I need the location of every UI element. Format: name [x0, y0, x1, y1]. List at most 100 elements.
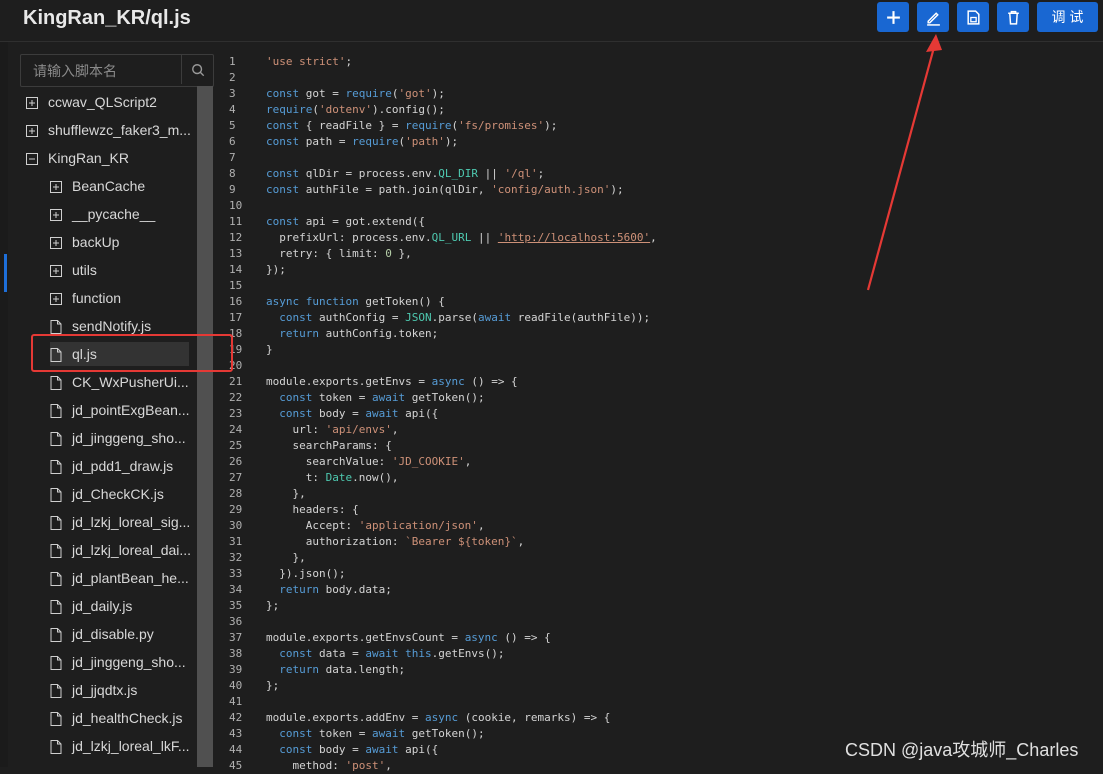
code-line[interactable]: prefixUrl: process.env.QL_URL || 'http:/…	[266, 230, 1086, 246]
tree-item[interactable]: jd_pointExgBean...	[50, 398, 190, 422]
tree-item[interactable]: KingRan_KR	[26, 146, 129, 170]
line-number: 2	[229, 71, 236, 84]
active-indicator	[4, 254, 7, 292]
line-number: 31	[229, 535, 243, 548]
tree-item[interactable]: backUp	[50, 230, 119, 254]
file-title: KingRan_KR/ql.js	[23, 7, 191, 29]
code-line[interactable]: const { readFile } = require('fs/promise…	[266, 118, 1086, 134]
tree-item-label: jd_jjqdtx.js	[72, 682, 138, 698]
code-line[interactable]: require('dotenv').config();	[266, 102, 1086, 118]
tree-item[interactable]: jd_jinggeng_sho...	[50, 650, 186, 674]
line-number: 39	[229, 663, 243, 676]
file-icon	[50, 432, 62, 446]
code-line[interactable]: },	[266, 550, 1086, 566]
code-line[interactable]: const got = require('got');	[266, 86, 1086, 102]
tree-item[interactable]: jd_healthCheck.js	[50, 706, 183, 730]
tree-item[interactable]: __pycache__	[50, 202, 155, 226]
tree-item[interactable]: jd_CheckCK.js	[50, 482, 164, 506]
expand-icon[interactable]	[50, 236, 62, 249]
code-content[interactable]: 'use strict'; const got = require('got');…	[266, 54, 1086, 774]
expand-icon[interactable]	[50, 292, 62, 305]
tree-item-label: jd_lzkj_loreal_sig...	[72, 514, 191, 530]
code-line[interactable]: const api = got.extend({	[266, 214, 1086, 230]
expand-icon[interactable]	[50, 264, 62, 277]
code-line[interactable]: authorization: `Bearer ${token}`,	[266, 534, 1086, 550]
sidebar-scrollbar[interactable]	[197, 86, 213, 767]
code-line[interactable]: };	[266, 678, 1086, 694]
code-line[interactable]: }).json();	[266, 566, 1086, 582]
tree-item[interactable]: jd_disable.py	[50, 622, 154, 646]
code-line[interactable]: retry: { limit: 0 },	[266, 246, 1086, 262]
code-line[interactable]	[266, 614, 1086, 630]
line-number: 14	[229, 263, 243, 276]
code-line[interactable]: });	[266, 262, 1086, 278]
line-number: 33	[229, 567, 243, 580]
expand-icon[interactable]	[50, 180, 62, 193]
tree-item[interactable]: jd_lzkj_loreal_dai...	[50, 538, 191, 562]
tree-item[interactable]: jd_jinggeng_sho...	[50, 426, 186, 450]
code-line[interactable]	[266, 358, 1086, 374]
code-line[interactable]: searchValue: 'JD_COOKIE',	[266, 454, 1086, 470]
tree-item[interactable]: jd_lzkj_loreal_lkF...	[50, 734, 190, 758]
code-line[interactable]: const authFile = path.join(qlDir, 'confi…	[266, 182, 1086, 198]
code-line[interactable]: module.exports.addEnv = async (cookie, r…	[266, 710, 1086, 726]
code-line[interactable]: headers: {	[266, 502, 1086, 518]
tree-item[interactable]: utils	[50, 258, 97, 282]
code-line[interactable]: module.exports.getEnvs = async () => {	[266, 374, 1086, 390]
tree-item[interactable]: jd_pdd1_draw.js	[50, 454, 173, 478]
tree-item[interactable]: CK_WxPusherUi...	[50, 370, 189, 394]
tree-item-label: jd_lzkj_loreal_lkF...	[72, 738, 190, 754]
line-number: 22	[229, 391, 243, 404]
debug-button[interactable]: 调 试	[1037, 2, 1098, 32]
file-icon	[50, 740, 62, 754]
tree-item[interactable]: jd_jjqdtx.js	[50, 678, 137, 702]
code-line[interactable]: const data = await this.getEnvs();	[266, 646, 1086, 662]
code-line[interactable]: const authConfig = JSON.parse(await read…	[266, 310, 1086, 326]
save-button[interactable]	[957, 2, 989, 32]
tree-item[interactable]: ccwav_QLScript2	[26, 90, 157, 114]
code-line[interactable]: async function getToken() {	[266, 294, 1086, 310]
save-icon	[966, 9, 980, 25]
code-line[interactable]: };	[266, 598, 1086, 614]
search-input[interactable]	[21, 55, 193, 86]
code-line[interactable]: const qlDir = process.env.QL_DIR || '/ql…	[266, 166, 1086, 182]
sidebar-scrollbar-thumb[interactable]	[197, 86, 213, 767]
code-line[interactable]: return authConfig.token;	[266, 326, 1086, 342]
code-line[interactable]: const token = await getToken();	[266, 390, 1086, 406]
line-number: 25	[229, 439, 243, 452]
tree-item[interactable]: shufflewzc_faker3_m...	[26, 118, 191, 142]
tree-item[interactable]: jd_plantBean_he...	[50, 566, 189, 590]
code-line[interactable]: const path = require('path');	[266, 134, 1086, 150]
expand-icon[interactable]	[26, 96, 38, 109]
search-icon[interactable]	[181, 55, 213, 84]
code-line[interactable]: module.exports.getEnvsCount = async () =…	[266, 630, 1086, 646]
code-line[interactable]: 'use strict';	[266, 54, 1086, 70]
tree-item-label: __pycache__	[72, 206, 156, 222]
code-line[interactable]	[266, 694, 1086, 710]
tree-item[interactable]: BeanCache	[50, 174, 145, 198]
code-line[interactable]: searchParams: {	[266, 438, 1086, 454]
expand-icon[interactable]	[26, 124, 38, 137]
tree-item[interactable]: jd_lzkj_loreal_sig...	[50, 510, 190, 534]
code-line[interactable]	[266, 70, 1086, 86]
file-icon	[50, 544, 62, 558]
collapse-icon[interactable]	[26, 152, 38, 165]
code-line[interactable]: }	[266, 342, 1086, 358]
tree-item[interactable]: function	[50, 286, 121, 310]
code-line[interactable]: return data.length;	[266, 662, 1086, 678]
delete-button[interactable]	[997, 2, 1029, 32]
code-line[interactable]: t: Date.now(),	[266, 470, 1086, 486]
code-line[interactable]: return body.data;	[266, 582, 1086, 598]
code-line[interactable]: },	[266, 486, 1086, 502]
code-line[interactable]: url: 'api/envs',	[266, 422, 1086, 438]
code-line[interactable]	[266, 150, 1086, 166]
expand-icon[interactable]	[50, 208, 62, 221]
line-number: 35	[229, 599, 243, 612]
code-line[interactable]: Accept: 'application/json',	[266, 518, 1086, 534]
annotation-arrow	[866, 34, 942, 291]
code-line[interactable]: const body = await api({	[266, 406, 1086, 422]
code-line[interactable]	[266, 198, 1086, 214]
tree-item[interactable]: jd_daily.js	[50, 594, 132, 618]
line-number: 34	[229, 583, 243, 596]
code-line[interactable]	[266, 278, 1086, 294]
